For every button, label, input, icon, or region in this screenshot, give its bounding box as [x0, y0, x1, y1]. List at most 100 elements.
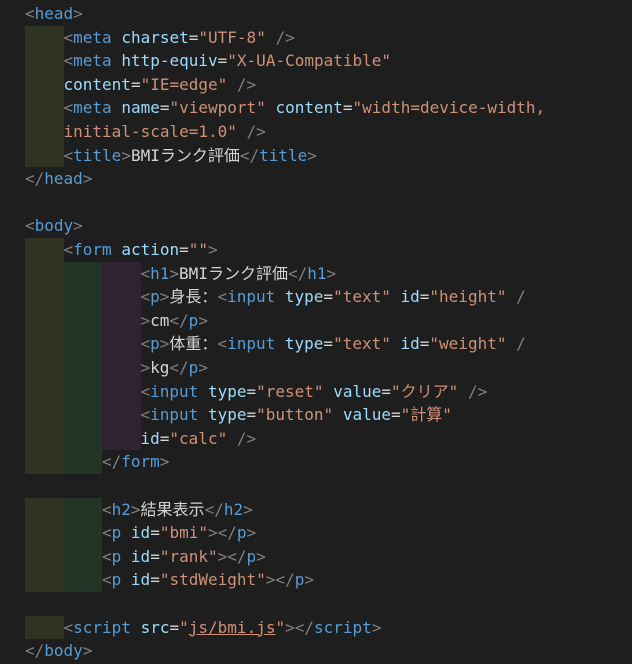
code-token: ": [275, 617, 286, 637]
code-line[interactable]: <p id="bmi"></p>: [102, 521, 256, 545]
code-token: =: [150, 546, 160, 566]
code-token: =: [188, 27, 199, 47]
code-token: "width=device-width,: [352, 98, 546, 118]
indent-guide: [25, 521, 64, 545]
code-line[interactable]: <meta charset="UTF-8" />: [64, 26, 295, 50]
code-token: title: [73, 145, 122, 165]
code-line[interactable]: <input type="button" value="計算": [141, 403, 452, 427]
code-token: "button": [256, 405, 334, 425]
code-token: p: [188, 358, 199, 377]
code-token: "IE=edge": [140, 74, 228, 94]
indent-guide: [63, 403, 102, 427]
indent-guide: [25, 497, 64, 522]
code-token: p: [188, 310, 199, 330]
code-token: script: [314, 617, 372, 637]
indent-guide: [102, 261, 141, 286]
code-token: content: [275, 98, 343, 118]
code-token: =: [419, 287, 430, 307]
code-token: </: [25, 169, 45, 189]
indent-guide: [63, 308, 102, 333]
code-token: =: [246, 405, 257, 425]
code-line[interactable]: </head>: [25, 167, 92, 191]
indent-guide: [25, 426, 64, 451]
indent-guide: [25, 285, 64, 309]
code-line[interactable]: <meta name="viewport" content="width=dev…: [64, 96, 546, 120]
code-token: kg: [150, 358, 170, 377]
indent-guide: [25, 120, 64, 144]
indent-guide: [25, 450, 64, 474]
code-token: </: [169, 358, 189, 377]
code-line[interactable]: <title>BMIランク評価</title>: [64, 144, 317, 168]
code-line[interactable]: <input type="reset" value="クリア" />: [141, 380, 488, 404]
code-line[interactable]: </form>: [102, 450, 169, 474]
code-token: 体重：: [169, 334, 218, 354]
code-line[interactable]: <head>: [25, 2, 83, 26]
code-line[interactable]: content="IE=edge" />: [64, 73, 257, 97]
code-line[interactable]: </body>: [25, 639, 92, 663]
code-token: >: [140, 358, 151, 377]
code-line[interactable]: >cm</p>: [141, 309, 208, 333]
code-token: <: [63, 240, 74, 259]
code-token: =: [342, 98, 353, 118]
code-token: =: [419, 334, 430, 354]
code-token: p: [150, 334, 160, 354]
code-token: type: [284, 334, 324, 354]
code-editor[interactable]: <head> <meta charset="UTF-8" /> <meta http…: [0, 0, 632, 664]
code-line[interactable]: <p id="rank"></p>: [102, 545, 266, 569]
code-token: </: [25, 641, 45, 661]
code-line[interactable]: <h2>結果表示</h2>: [102, 498, 253, 522]
code-token: h2: [111, 499, 131, 519]
code-token: input: [150, 405, 199, 425]
code-token: >: [159, 287, 170, 307]
indent-guide: [25, 379, 64, 404]
code-token: id: [400, 334, 420, 354]
code-token: <: [25, 4, 35, 23]
code-line[interactable]: <form action="">: [64, 238, 218, 262]
indent-guide: [102, 356, 141, 380]
code-line[interactable]: initial-scale=1.0" />: [64, 120, 266, 144]
code-token: />: [236, 74, 257, 94]
code-line[interactable]: >kg</p>: [141, 356, 208, 380]
indent-guide: [25, 96, 64, 120]
code-token: </: [102, 452, 122, 472]
code-token: p: [111, 546, 122, 566]
code-token: "bmi": [159, 523, 208, 543]
code-token: >: [371, 617, 382, 637]
code-token: "viewport": [169, 98, 266, 118]
indent-guide: [102, 285, 141, 309]
indent-guide: [25, 49, 64, 73]
indent-guide: [25, 403, 64, 427]
code-token: >: [169, 263, 180, 283]
code-token: meta: [73, 51, 112, 71]
code-line[interactable]: <p>身長：<input type="text" id="height" /: [141, 285, 526, 309]
code-line[interactable]: <script src="js/bmi.js"></script>: [64, 616, 382, 640]
code-token: id: [400, 287, 420, 307]
code-token: id: [130, 546, 151, 566]
code-token: cm: [150, 310, 170, 330]
code-line[interactable]: id="calc" />: [141, 427, 257, 451]
indent-guide: [63, 544, 102, 569]
code-line[interactable]: <meta http-equiv="X-UA-Compatible": [64, 49, 392, 73]
code-token: BMIランク評価: [179, 263, 288, 283]
code-token: "height": [429, 287, 507, 307]
indent-guide: [25, 72, 64, 97]
code-token: "計算": [400, 405, 452, 425]
indent-guide: [102, 403, 141, 427]
code-token: >: [130, 499, 141, 519]
code-token: input: [150, 381, 199, 401]
code-line[interactable]: <p>体重：<input type="text" id="weight" /: [141, 332, 526, 356]
code-line[interactable]: <body>: [25, 214, 83, 238]
code-token: "クリア": [391, 381, 459, 401]
code-token: ></: [208, 523, 237, 543]
code-line[interactable]: <h1>BMIランク評価</h1>: [141, 262, 337, 286]
code-token: </: [239, 145, 260, 165]
code-line[interactable]: <p id="stdWeight"></p>: [102, 568, 314, 592]
